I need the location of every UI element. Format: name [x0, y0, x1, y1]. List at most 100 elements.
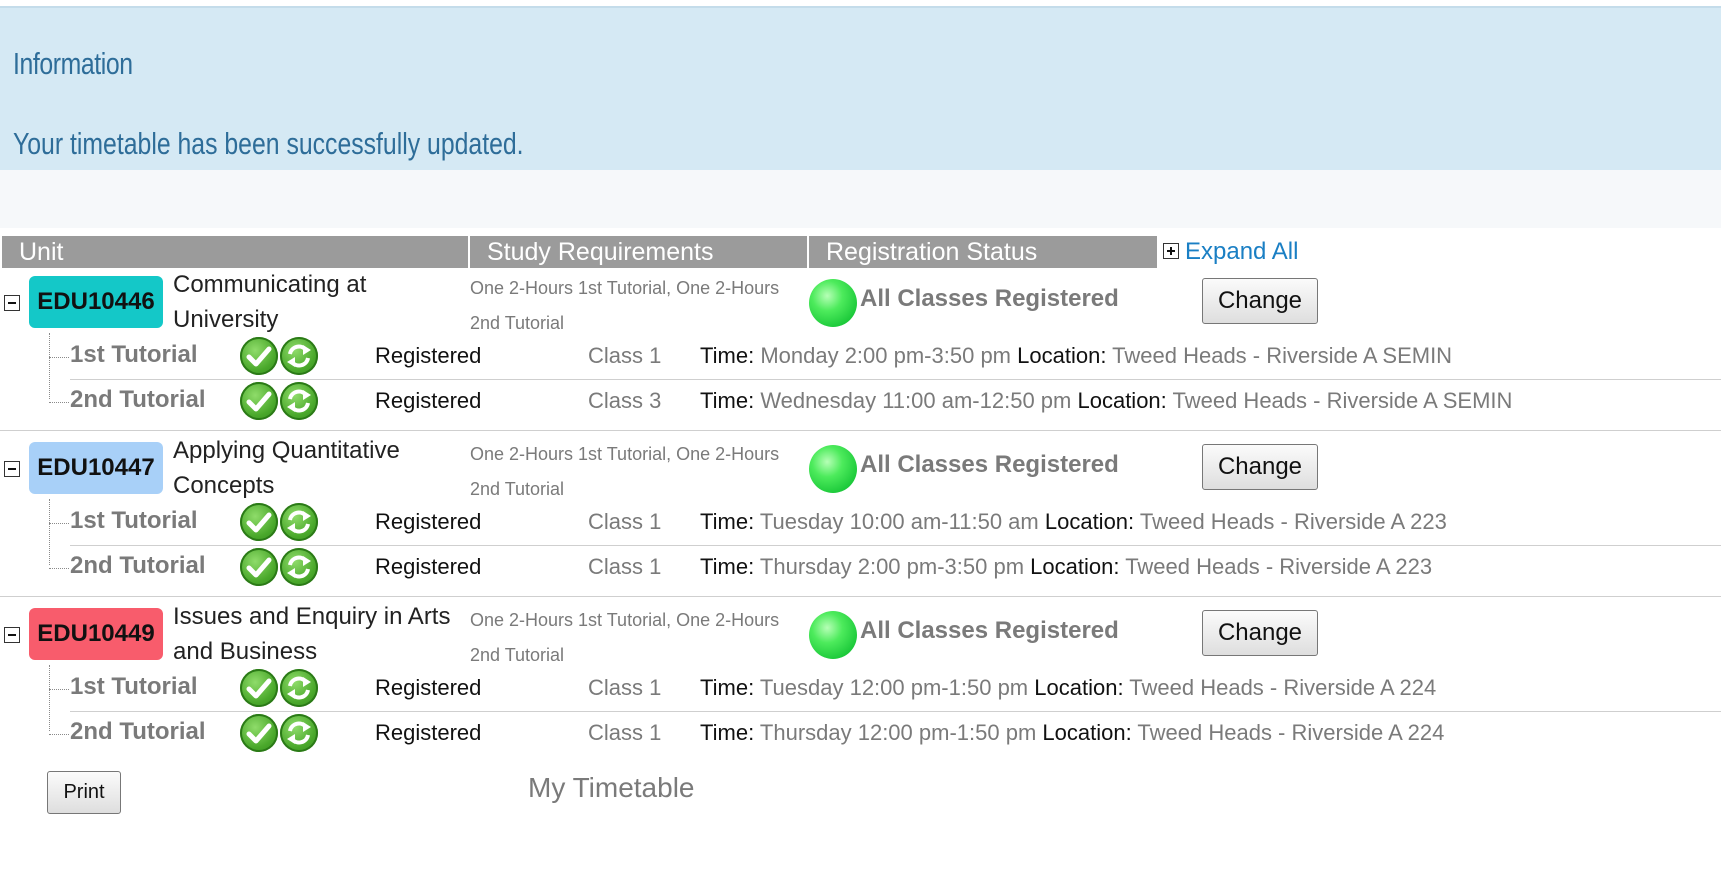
- unit-separator: [0, 430, 1721, 431]
- column-header-registration-status: Registration Status: [809, 236, 1157, 268]
- status-indicator-icon: [809, 445, 857, 493]
- collapse-icon[interactable]: [4, 461, 20, 477]
- location-label: Location:: [1017, 343, 1107, 368]
- registration-state: Registered: [375, 675, 482, 700]
- registration-status: All Classes Registered: [860, 451, 1119, 478]
- class-details: Time: Tuesday 12:00 pm-1:50 pm Location:…: [700, 675, 1436, 701]
- change-button[interactable]: Change: [1202, 610, 1318, 656]
- registration-status: All Classes Registered: [860, 617, 1119, 644]
- location-label: Location:: [1044, 509, 1135, 534]
- class-time: Thursday 2:00 pm-3:50 pm: [759, 554, 1025, 579]
- study-requirements: One 2-Hours 1st Tutorial, One 2-Hours 2n…: [470, 610, 780, 665]
- class-location: Tweed Heads - Riverside A 224: [1129, 675, 1437, 700]
- unit-name: Communicating at University: [173, 271, 367, 333]
- class-row: 2nd Tutorial Registered Class 3 Time: Wedne…: [70, 379, 1721, 424]
- change-button[interactable]: Change: [1202, 278, 1318, 324]
- class-number: Class 1: [588, 675, 662, 700]
- location-label: Location:: [1030, 554, 1120, 579]
- expand-plus-icon[interactable]: [1163, 243, 1179, 260]
- collapse-icon[interactable]: [4, 295, 20, 311]
- unit-name: Applying Quantitative Concepts: [173, 437, 400, 499]
- class-time: Monday 2:00 pm-3:50 pm: [760, 343, 1012, 368]
- tree-connector: [49, 499, 68, 565]
- column-header-study-requirements: Study Requirements: [470, 236, 807, 268]
- swap-class-icon[interactable]: [280, 503, 318, 541]
- swap-class-icon[interactable]: [280, 548, 318, 586]
- location-label: Location:: [1042, 720, 1132, 745]
- class-number: Class 1: [588, 720, 662, 745]
- class-time: Thursday 12:00 pm-1:50 pm: [759, 720, 1037, 745]
- time-label: Time:: [700, 720, 755, 745]
- registered-check-icon: [240, 714, 278, 752]
- swap-class-icon[interactable]: [280, 714, 318, 752]
- class-type: 1st Tutorial: [70, 341, 198, 368]
- class-time: Tuesday 10:00 am-11:50 am: [759, 509, 1039, 534]
- status-indicator-icon: [809, 279, 857, 327]
- tree-branch: [49, 402, 69, 403]
- success-message: Your timetable has been successfully upd…: [13, 126, 524, 161]
- collapse-icon[interactable]: [4, 627, 20, 643]
- change-button[interactable]: Change: [1202, 444, 1318, 490]
- study-requirements: One 2-Hours 1st Tutorial, One 2-Hours 2n…: [470, 278, 780, 333]
- tree-branch: [49, 568, 69, 569]
- tree-branch: [49, 689, 69, 690]
- class-type: 1st Tutorial: [70, 673, 198, 700]
- class-location: Tweed Heads - Riverside A 223: [1139, 509, 1447, 534]
- class-details: Time: Thursday 12:00 pm-1:50 pm Location…: [700, 720, 1444, 746]
- unit-row: EDU10446 Communicating at University One 2…: [0, 271, 1721, 433]
- registered-check-icon: [240, 337, 278, 375]
- registration-state: Registered: [375, 388, 482, 413]
- class-type: 2nd Tutorial: [70, 552, 206, 579]
- class-details: Time: Tuesday 10:00 am-11:50 am Location…: [700, 509, 1447, 535]
- location-label: Location:: [1077, 388, 1167, 413]
- registration-state: Registered: [375, 509, 482, 534]
- time-label: Time:: [700, 343, 755, 368]
- information-title: Information: [13, 46, 133, 81]
- class-row: 2nd Tutorial Registered Class 1 Time: Thurs…: [70, 711, 1721, 756]
- class-details: Time: Wednesday 11:00 am-12:50 pm Locati…: [700, 388, 1512, 414]
- unit-separator: [0, 596, 1721, 597]
- swap-class-icon[interactable]: [280, 337, 318, 375]
- registered-check-icon: [240, 548, 278, 586]
- class-number: Class 1: [588, 509, 662, 534]
- spacer-band: [0, 170, 1721, 228]
- class-location: Tweed Heads - Riverside A 223: [1125, 554, 1433, 579]
- column-header-unit: Unit: [2, 236, 468, 268]
- class-row: 1st Tutorial Registered Class 1 Time: Tuesd…: [70, 666, 1721, 712]
- unit-code-badge: EDU10449: [29, 608, 163, 660]
- tree-branch: [49, 523, 69, 524]
- registered-check-icon: [240, 503, 278, 541]
- expand-all-label[interactable]: Expand All: [1185, 238, 1298, 265]
- class-location: Tweed Heads - Riverside A SEMIN: [1112, 343, 1453, 368]
- class-number: Class 3: [588, 388, 662, 413]
- my-timetable-caption: My Timetable: [528, 772, 695, 803]
- location-label: Location:: [1034, 675, 1124, 700]
- class-details: Time: Monday 2:00 pm-3:50 pm Location: T…: [700, 343, 1452, 369]
- class-row: 1st Tutorial Registered Class 1 Time: Tuesd…: [70, 500, 1721, 546]
- expand-all-link[interactable]: Expand All: [1163, 236, 1298, 268]
- study-requirements: One 2-Hours 1st Tutorial, One 2-Hours 2n…: [470, 444, 780, 499]
- class-location: Tweed Heads - Riverside A 224: [1137, 720, 1445, 745]
- tree-branch: [49, 357, 69, 358]
- print-button[interactable]: Print: [47, 771, 121, 814]
- unit-code-badge: EDU10446: [29, 276, 163, 328]
- registered-check-icon: [240, 382, 278, 420]
- class-type: 2nd Tutorial: [70, 386, 206, 413]
- unit-row: EDU10447 Applying Quantitative Concepts On…: [0, 437, 1721, 599]
- registration-state: Registered: [375, 554, 482, 579]
- class-type: 2nd Tutorial: [70, 718, 206, 745]
- swap-class-icon[interactable]: [280, 382, 318, 420]
- tree-connector: [49, 333, 68, 399]
- class-number: Class 1: [588, 554, 662, 579]
- class-time: Wednesday 11:00 am-12:50 pm: [760, 388, 1072, 413]
- tree-branch: [49, 734, 69, 735]
- swap-class-icon[interactable]: [280, 669, 318, 707]
- registration-state: Registered: [375, 720, 482, 745]
- registered-check-icon: [240, 669, 278, 707]
- status-indicator-icon: [809, 611, 857, 659]
- unit-row: EDU10449 Issues and Enquiry in Arts and B…: [0, 603, 1721, 765]
- tree-connector: [49, 665, 68, 731]
- class-location: Tweed Heads - Riverside A SEMIN: [1172, 388, 1513, 413]
- unit-name: Issues and Enquiry in Arts and Business: [173, 603, 451, 665]
- time-label: Time:: [700, 388, 755, 413]
